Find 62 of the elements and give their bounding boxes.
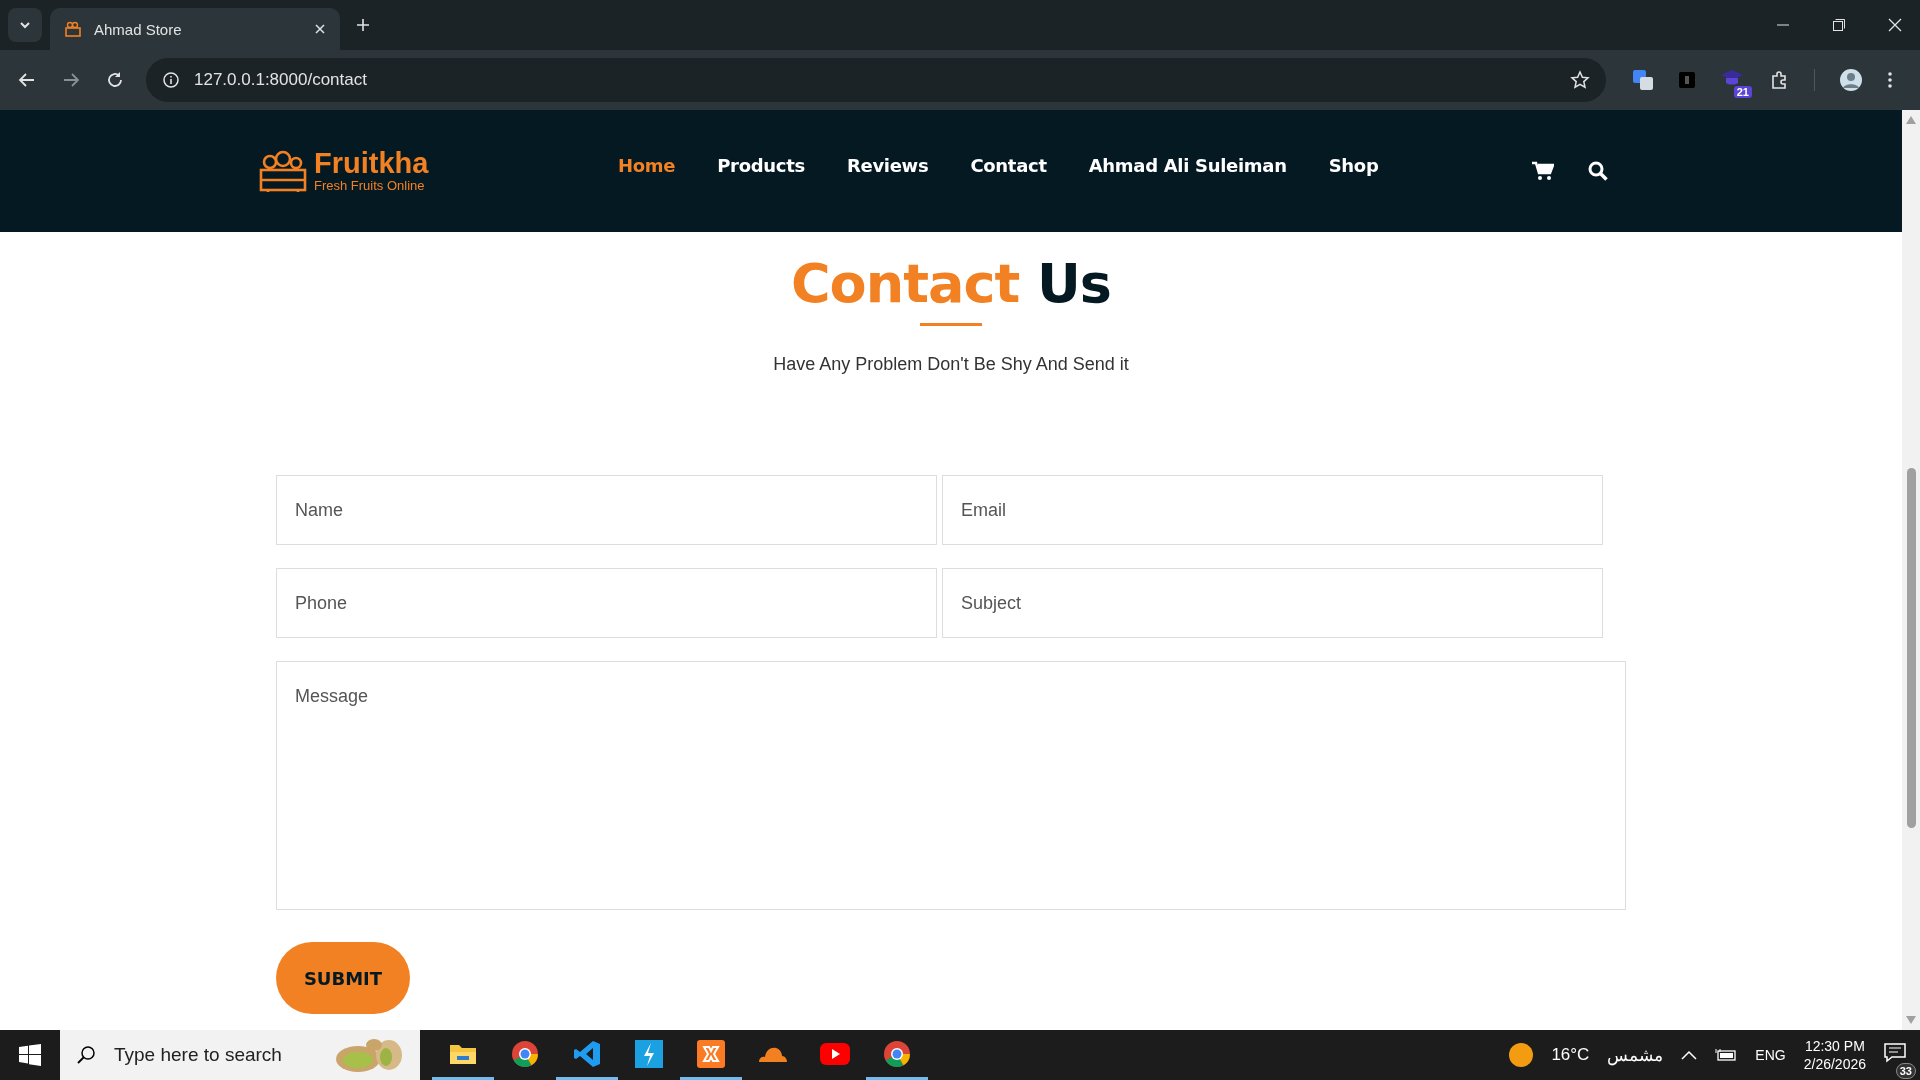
- fruit-crate-icon: [258, 148, 308, 194]
- text-field[interactable]: Subject: [942, 568, 1603, 639]
- forward-icon[interactable]: [62, 71, 80, 89]
- browser-tab[interactable]: Ahmad Store: [50, 8, 340, 50]
- weather-condition[interactable]: مشمس: [1607, 1044, 1664, 1066]
- play-icon: [820, 1042, 850, 1065]
- message-field[interactable]: Message: [276, 661, 1626, 911]
- nav-link[interactable]: Shop: [1328, 154, 1379, 176]
- back-icon[interactable]: [18, 71, 36, 89]
- submit-button[interactable]: SUBMIT: [276, 942, 410, 1015]
- page-subtitle: Have Any Problem Don't Be Shy And Send it: [773, 354, 1129, 376]
- tab-title: Ahmad Store: [94, 20, 183, 38]
- nav-link[interactable]: Reviews: [846, 154, 929, 176]
- search-icon[interactable]: [1588, 161, 1608, 181]
- text-field[interactable]: Phone: [276, 568, 937, 639]
- search-placeholder: Type here to search: [114, 1044, 283, 1066]
- notification-icon[interactable]: [1884, 1043, 1906, 1063]
- restore-icon[interactable]: [1832, 18, 1846, 32]
- star-icon[interactable]: [1570, 70, 1590, 90]
- text-field[interactable]: Email: [942, 475, 1603, 546]
- scrollbar-thumb[interactable]: [1906, 468, 1916, 828]
- language-indicator[interactable]: ENG: [1755, 1047, 1786, 1063]
- reload-icon[interactable]: [106, 71, 124, 89]
- chrome-icon: [883, 1039, 911, 1068]
- page-heading: Contact Us: [790, 254, 1111, 314]
- translate-icon[interactable]: [1632, 69, 1654, 91]
- search-icon: [76, 1045, 96, 1065]
- text-field[interactable]: Name: [276, 475, 937, 546]
- nav-link[interactable]: Contact: [970, 154, 1047, 176]
- scrollbar[interactable]: [1902, 110, 1920, 1030]
- bolt-icon: [635, 1039, 663, 1068]
- new-tab-icon[interactable]: [356, 18, 370, 32]
- logo-tagline: Fresh Fruits Online: [314, 178, 426, 193]
- nav-link[interactable]: Products: [717, 154, 805, 176]
- info-icon[interactable]: [162, 71, 180, 89]
- close-icon[interactable]: [1888, 18, 1902, 32]
- taskbar-search-field[interactable]: Type here to search: [60, 1030, 420, 1080]
- basket-icon: [64, 20, 82, 38]
- address-field[interactable]: 127.0.0.1:8000/contact: [146, 58, 1606, 102]
- logo-name[interactable]: Fruitkha: [314, 149, 429, 178]
- code-editor-icon: [573, 1039, 601, 1068]
- cart-icon[interactable]: [1532, 161, 1554, 181]
- weather-temperature[interactable]: 16°C: [1551, 1045, 1590, 1065]
- windows-start-icon[interactable]: [19, 1044, 41, 1066]
- sun-icon[interactable]: [1509, 1043, 1534, 1067]
- chevron-up-icon[interactable]: [1681, 1050, 1698, 1060]
- clock-date[interactable]: 2/26/2026: [1803, 1055, 1866, 1074]
- url-text: 127.0.0.1:8000/contact: [194, 70, 368, 90]
- close-icon[interactable]: [314, 23, 326, 35]
- tab-list-button[interactable]: [8, 8, 42, 42]
- battery-icon[interactable]: [1715, 1048, 1738, 1062]
- notification-count: 33: [1895, 1063, 1916, 1079]
- chrome-icon: [511, 1039, 539, 1068]
- extension-icon[interactable]: [1678, 71, 1696, 89]
- chevron-down-icon: [19, 19, 31, 31]
- nav-link[interactable]: Ahmad Ali Suleiman: [1088, 154, 1287, 176]
- clock-time[interactable]: 12:30 PM: [1804, 1036, 1865, 1055]
- nav-link[interactable]: Home: [618, 154, 676, 176]
- extension-badge: 21: [1733, 86, 1752, 98]
- profile-avatar-icon[interactable]: [1839, 68, 1863, 92]
- menu-icon[interactable]: [1887, 71, 1893, 89]
- xampp-icon: [697, 1039, 725, 1068]
